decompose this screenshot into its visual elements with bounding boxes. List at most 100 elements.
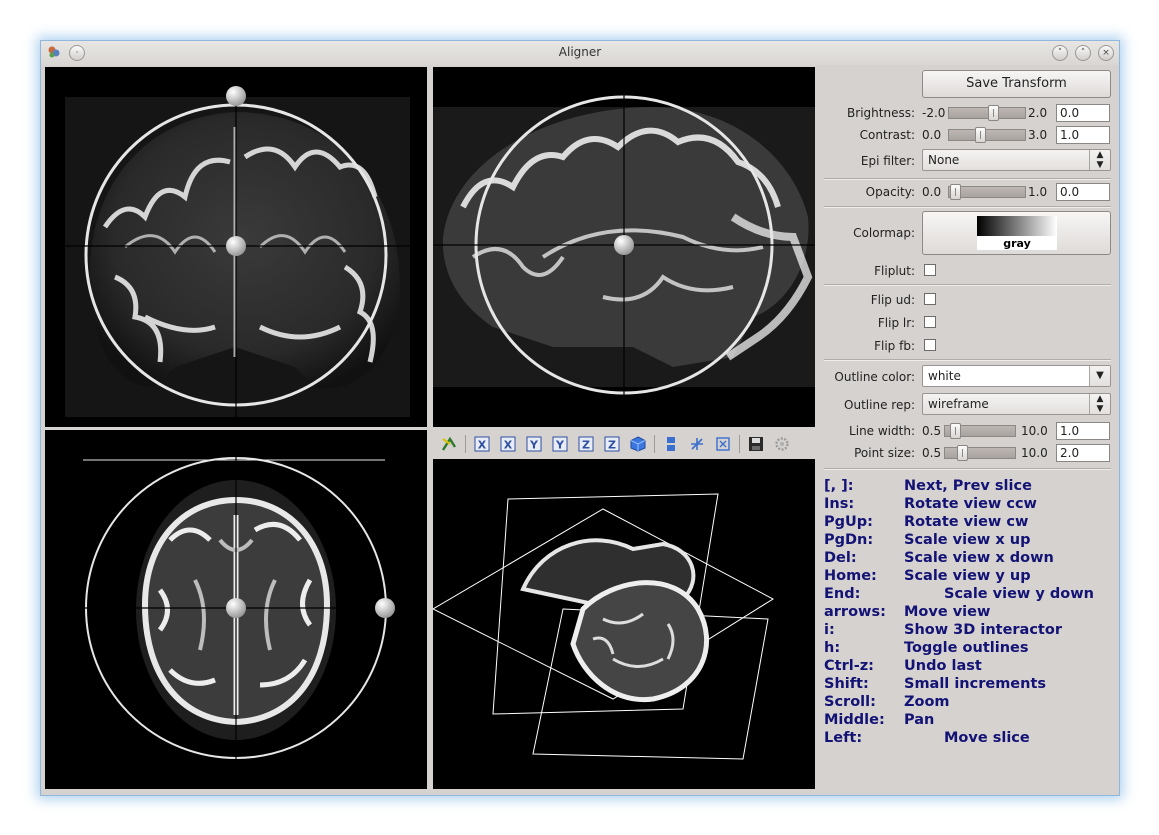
- point-size-slider[interactable]: [944, 445, 1016, 461]
- point-size-input[interactable]: 2.0: [1056, 444, 1110, 462]
- settings-icon[interactable]: [772, 434, 792, 454]
- shortcut-key: PgUp:: [824, 514, 873, 530]
- title-bar[interactable]: · Aligner ˅ ˄ ×: [41, 41, 1119, 65]
- svg-text:X: X: [478, 438, 487, 451]
- control-panel: Save Transform Brightness: -2.0 2.0 0.0 …: [818, 65, 1118, 793]
- outline-color-row: Outline color: white ▼: [818, 365, 1113, 389]
- shortcut-description: Scale view x up: [904, 532, 1031, 548]
- colormap-button[interactable]: gray: [922, 211, 1111, 255]
- slider-handle[interactable]: [975, 127, 987, 143]
- maximize-icon[interactable]: ˄: [1075, 45, 1091, 61]
- opacity-slider[interactable]: [948, 184, 1026, 200]
- opacity-label: Opacity:: [865, 185, 915, 199]
- flip-lr-row: Flip lr:: [818, 313, 1113, 333]
- brightness-label: Brightness:: [847, 106, 915, 120]
- flip-lr-checkbox[interactable]: [924, 316, 936, 328]
- axes-icon[interactable]: [687, 434, 707, 454]
- fliplut-row: Fliplut:: [818, 261, 1113, 281]
- pointer-icon[interactable]: [439, 434, 459, 454]
- outline-color-select[interactable]: white ▼: [922, 365, 1111, 387]
- line-width-label: Line width:: [849, 424, 915, 438]
- view-x-icon[interactable]: X: [472, 434, 492, 454]
- colormap-label: Colormap:: [853, 226, 915, 240]
- dropdown-arrow-icon[interactable]: ▼: [1089, 366, 1110, 386]
- epi-filter-select[interactable]: None ▲ ▼: [922, 149, 1111, 171]
- opacity-max: 1.0: [1028, 185, 1048, 199]
- contrast-input[interactable]: 1.0: [1056, 126, 1110, 144]
- shortcut-key: arrows:: [824, 604, 886, 620]
- contrast-label: Contrast:: [859, 128, 915, 142]
- minimize-icon[interactable]: ˅: [1052, 45, 1068, 61]
- sagittal-view[interactable]: [433, 67, 815, 427]
- 3d-view[interactable]: [433, 459, 815, 789]
- flip-fb-label: Flip fb:: [874, 339, 915, 353]
- shortcut-description: Rotate view cw: [904, 514, 1029, 530]
- shortcut-row: [, ]: Next, Prev slice: [824, 478, 1116, 496]
- fit-view-icon[interactable]: [713, 434, 733, 454]
- shortcut-row: Ins: Rotate view ccw: [824, 496, 1116, 514]
- shortcut-description: Move slice: [944, 730, 1030, 746]
- view-x-reverse-icon[interactable]: X: [498, 434, 518, 454]
- aligner-window: · Aligner ˅ ˄ × X X Y Y Z Z Save Transfo…: [40, 40, 1120, 796]
- flip-lr-label: Flip lr:: [877, 316, 915, 330]
- slider-handle[interactable]: [957, 445, 969, 461]
- outline-rep-select[interactable]: wireframe ▲ ▼: [922, 393, 1111, 415]
- fliplut-checkbox[interactable]: [924, 264, 936, 276]
- shortcut-list: [, ]: Next, Prev slice Ins: Rotate view ccw…: [824, 478, 1116, 748]
- brightness-min: -2.0: [922, 106, 946, 120]
- point-size-max: 10.0: [1021, 446, 1048, 460]
- cube-icon[interactable]: [628, 434, 648, 454]
- view-z-reverse-icon[interactable]: Z: [602, 434, 622, 454]
- shortcut-description: Zoom: [904, 694, 950, 710]
- save-transform-button[interactable]: Save Transform: [922, 70, 1111, 98]
- slider-handle[interactable]: [988, 105, 999, 121]
- shortcut-key: Left:: [824, 730, 863, 746]
- shortcut-row: Del: Scale view x down: [824, 550, 1116, 568]
- shortcut-key: End:: [824, 586, 861, 602]
- contrast-slider[interactable]: [948, 127, 1026, 143]
- shortcut-key: i:: [824, 622, 835, 638]
- view-y-reverse-icon[interactable]: Y: [550, 434, 570, 454]
- shortcut-description: Scale view x down: [904, 550, 1054, 566]
- close-icon[interactable]: ×: [1098, 45, 1114, 61]
- axial-view[interactable]: [45, 430, 427, 789]
- view-y-icon[interactable]: Y: [524, 434, 544, 454]
- brightness-slider[interactable]: [948, 105, 1026, 121]
- layout-icon[interactable]: [661, 434, 681, 454]
- view-z-icon[interactable]: Z: [576, 434, 596, 454]
- shortcut-row: Scroll: Zoom: [824, 694, 1116, 712]
- epi-filter-label: Epi filter:: [860, 154, 915, 168]
- brightness-max: 2.0: [1028, 106, 1048, 120]
- shortcut-description: Undo last: [904, 658, 982, 674]
- save-icon[interactable]: [746, 434, 766, 454]
- slider-handle[interactable]: [949, 423, 961, 439]
- outline-color-label: Outline color:: [834, 370, 915, 384]
- opacity-row: Opacity: 0.0 1.0 0.0: [818, 182, 1113, 202]
- flip-fb-checkbox[interactable]: [924, 339, 936, 351]
- toolbar-separator: [465, 434, 466, 453]
- window-title: Aligner: [558, 45, 602, 59]
- point-size-row: Point size: 0.5 10.0 2.0: [818, 443, 1113, 463]
- line-width-input[interactable]: 1.0: [1056, 422, 1110, 440]
- opacity-min: 0.0: [922, 185, 942, 199]
- opacity-input[interactable]: 0.0: [1056, 183, 1110, 201]
- line-width-slider[interactable]: [944, 423, 1016, 439]
- svg-text:X: X: [504, 438, 513, 451]
- shortcut-key: [, ]:: [824, 478, 854, 494]
- svg-text:Y: Y: [555, 438, 565, 451]
- shortcut-description: Move view: [904, 604, 991, 620]
- spin-arrows-icon[interactable]: ▲ ▼: [1089, 150, 1110, 170]
- epi-filter-value: None: [928, 153, 960, 167]
- flip-ud-row: Flip ud:: [818, 290, 1113, 310]
- line-width-row: Line width: 0.5 10.0 1.0: [818, 421, 1113, 441]
- coronal-view[interactable]: [45, 67, 427, 427]
- flip-ud-checkbox[interactable]: [924, 293, 936, 305]
- point-size-label: Point size:: [854, 446, 915, 460]
- shortcut-description: Small increments: [904, 676, 1047, 692]
- divider: [824, 178, 1111, 180]
- shortcut-key: Ins:: [824, 496, 855, 512]
- slider-handle[interactable]: [950, 184, 961, 200]
- epi-filter-row: Epi filter: None ▲ ▼: [818, 149, 1113, 173]
- spin-arrows-icon[interactable]: ▲ ▼: [1089, 394, 1110, 414]
- brightness-input[interactable]: 0.0: [1056, 104, 1110, 122]
